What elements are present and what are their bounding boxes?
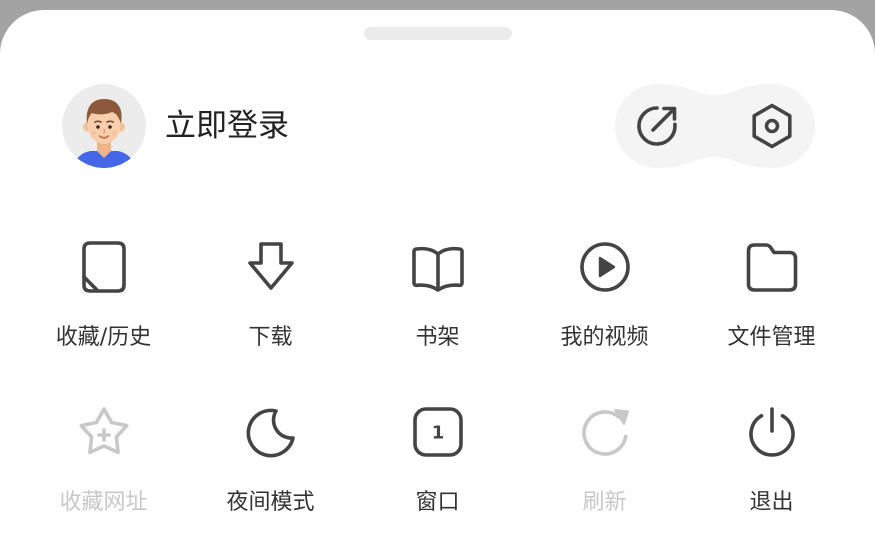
login-button[interactable]: 立即登录 [62,84,312,168]
refresh-icon [581,409,629,456]
menu-item-label: 退出 [749,490,794,515]
window-icon: 1 [412,407,463,457]
moon-icon [246,408,295,458]
share-icon [637,106,677,146]
star-plus-icon [78,407,129,455]
play-circle-icon [579,242,630,292]
share-button[interactable] [633,102,681,150]
download-icon [247,242,294,290]
avatar-icon [62,84,146,168]
menu-item-label: 收藏/历史 [55,325,152,350]
bookshelf-icon [411,246,464,292]
menu-item-label: 文件管理 [727,325,816,350]
menu-item-file-manager[interactable]: 文件管理 [688,225,855,373]
menu-item-windows[interactable]: 1 窗口 [354,390,521,538]
menu-item-refresh[interactable]: 刷新 [521,390,688,538]
menu-item-add-bookmark[interactable]: 收藏网址 [20,390,187,538]
menu-item-label: 下载 [248,325,293,350]
bookmark-icon [81,241,126,293]
menu-item-my-videos[interactable]: 我的视频 [521,225,688,373]
power-icon [748,407,795,457]
menu-item-label: 刷新 [582,490,627,515]
menu-item-download[interactable]: 下载 [187,225,354,373]
menu-item-exit[interactable]: 退出 [688,390,855,538]
menu-item-label: 夜间模式 [226,490,315,515]
login-label: 立即登录 [165,108,289,144]
menu-item-bookshelf[interactable]: 书架 [354,225,521,373]
settings-button[interactable] [748,102,796,150]
folder-icon [746,243,797,292]
avatar [62,84,146,168]
menu-grid: 收藏/历史 下载 书架 我的视频 文件管理 收藏网址 夜间模式 1 窗口 刷新 … [20,225,855,538]
menu-item-label: 窗口 [415,490,460,515]
menu-item-label: 书架 [415,325,460,350]
menu-item-label: 收藏网址 [59,490,148,515]
drag-handle[interactable] [364,27,512,40]
menu-item-favorites-history[interactable]: 收藏/历史 [20,225,187,373]
settings-icon [752,103,792,149]
window-count: 1 [431,423,444,444]
menu-item-night-mode[interactable]: 夜间模式 [187,390,354,538]
menu-item-label: 我的视频 [560,325,649,350]
